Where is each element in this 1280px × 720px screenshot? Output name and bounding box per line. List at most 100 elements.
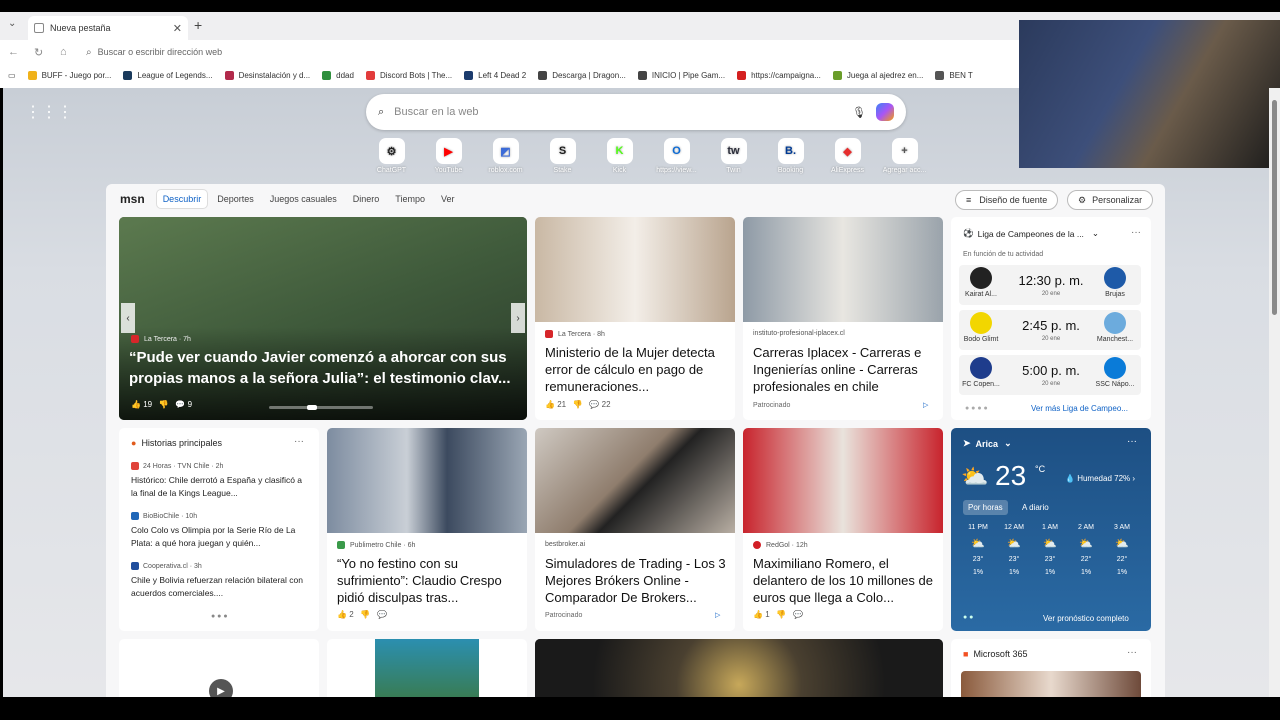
ad-card-iplacex[interactable]: instituto-profesional-iplacex.cl Carrera…: [743, 217, 943, 420]
bookmark-item[interactable]: INICIO | Pipe Gam...: [637, 70, 725, 80]
card2-title[interactable]: Carreras Iplacex - Carreras e Ingeniería…: [753, 344, 933, 395]
msn-nav-item[interactable]: Ver: [435, 190, 461, 208]
play-icon[interactable]: ▶: [209, 679, 233, 697]
more-options-icon[interactable]: ···: [1131, 227, 1141, 238]
home-team[interactable]: FC Copen...: [959, 357, 1003, 388]
msn-nav-item[interactable]: Deportes: [211, 190, 260, 208]
bookmark-item[interactable]: Descarga | Dragon...: [538, 70, 626, 80]
shortcut-item[interactable]: ▶ YouTube: [420, 138, 477, 174]
card5-title[interactable]: Maximiliano Romero, el delantero de los …: [753, 555, 935, 606]
shortcut-item[interactable]: S Stake: [534, 138, 591, 174]
bookmark-item[interactable]: ddad: [322, 70, 354, 80]
like-icon[interactable]: 👍: [753, 610, 763, 619]
like-icon[interactable]: 👍: [545, 400, 555, 409]
new-tab-icon[interactable]: +: [194, 17, 202, 33]
news-card-coast[interactable]: [327, 639, 527, 697]
chevron-down-icon[interactable]: ⌄: [1092, 228, 1099, 239]
away-team[interactable]: Manchest...: [1093, 312, 1137, 343]
like-icon[interactable]: 👍: [337, 610, 347, 619]
comment-icon[interactable]: 💬: [793, 610, 803, 619]
prev-arrow-icon[interactable]: ‹: [121, 303, 135, 333]
bookmark-item[interactable]: Juega al ajedrez en...: [832, 70, 923, 80]
carousel-indicator[interactable]: [269, 405, 373, 410]
shortcut-item[interactable]: + Agregar acc...: [876, 138, 933, 174]
news-card-large[interactable]: [535, 639, 943, 697]
dislike-icon[interactable]: 👎: [776, 610, 786, 619]
chevron-down-icon[interactable]: ⌄: [1004, 438, 1012, 449]
shortcut-item[interactable]: ◆ AliExpress: [819, 138, 876, 174]
shortcut-item[interactable]: ⚙ ChatGPT: [363, 138, 420, 174]
story-item[interactable]: BioBioChile · 10h Colo Colo vs Olimpia po…: [131, 512, 307, 550]
forecast-link[interactable]: Ver pronóstico completo: [1043, 614, 1129, 623]
stories-pager-dots[interactable]: ● ● ●: [211, 613, 228, 620]
bookmark-item[interactable]: League of Legends...: [123, 70, 213, 80]
tab-active[interactable]: Nueva pestaña ✕: [28, 16, 188, 40]
home-team[interactable]: Kairat Al...: [959, 267, 1003, 298]
video-card[interactable]: ▶: [119, 639, 319, 697]
bookmark-folder-icon[interactable]: ▭: [8, 71, 16, 80]
sports-title[interactable]: ⚽ Liga de Campeones de la ... ⌄: [963, 228, 1099, 239]
more-options-icon[interactable]: ···: [294, 436, 304, 447]
bookmark-item[interactable]: https://campaigna...: [737, 70, 821, 80]
msn-nav-item[interactable]: Juegos casuales: [264, 190, 343, 208]
dislike-icon[interactable]: 👎: [360, 610, 370, 619]
news-card-crespo[interactable]: Publimetro Chile · 6h “Yo no festino con…: [327, 428, 527, 631]
sports-pager-dots[interactable]: ● ● ● ●: [965, 405, 988, 412]
dislike-icon[interactable]: 👎: [573, 400, 583, 409]
dislike-icon[interactable]: 👎: [159, 400, 169, 409]
web-search-box[interactable]: ⌕ Buscar en la web 🎙: [366, 94, 906, 130]
font-layout-button[interactable]: ≡ Diseño de fuente: [955, 190, 1059, 210]
away-team[interactable]: SSC Nápo...: [1093, 357, 1137, 388]
match-row[interactable]: Kairat Al... Brujas 12:30 p. m. 20 ene: [959, 265, 1141, 305]
sports-more-link[interactable]: Ver más Liga de Campeo...: [1031, 404, 1128, 413]
hero-title[interactable]: “Pude ver cuando Javier comenzó a ahorca…: [129, 347, 519, 389]
back-icon[interactable]: ←: [8, 46, 26, 58]
hero-card[interactable]: ‹ › La Tercera · 7h “Pude ver cuando Jav…: [119, 217, 527, 420]
story-item[interactable]: Cooperativa.cl · 3h Chile y Bolivia refue…: [131, 562, 307, 600]
tab-hourly[interactable]: Por horas: [963, 500, 1008, 515]
tab-actions-icon[interactable]: ⌄: [8, 18, 16, 29]
next-arrow-icon[interactable]: ›: [511, 303, 525, 333]
tab-close-icon[interactable]: ✕: [173, 22, 182, 35]
shortcut-item[interactable]: tw Twin: [705, 138, 762, 174]
card3-title[interactable]: “Yo no festino con su sufrimiento”: Clau…: [337, 555, 519, 606]
scrollbar-thumb[interactable]: [1272, 100, 1277, 315]
refresh-icon[interactable]: ↻: [34, 46, 52, 59]
card4-title[interactable]: Simuladores de Trading - Los 3 Mejores B…: [545, 555, 727, 606]
home-icon[interactable]: ⌂: [60, 46, 78, 58]
match-row[interactable]: FC Copen... SSC Nápo... 5:00 p. m. 20 ene: [959, 355, 1141, 395]
card1-title[interactable]: Ministerio de la Mujer detecta error de …: [545, 344, 725, 395]
msn-nav-item[interactable]: Tiempo: [389, 190, 431, 208]
match-row[interactable]: Bodo Glimt Manchest... 2:45 p. m. 20 ene: [959, 310, 1141, 350]
news-card-romero[interactable]: RedGol · 12h Maximiliano Romero, el dela…: [743, 428, 943, 631]
away-team[interactable]: Brujas: [1093, 267, 1137, 298]
ad-play-icon[interactable]: ▷: [715, 611, 720, 619]
copilot-icon[interactable]: [876, 103, 894, 121]
comment-icon[interactable]: 💬: [589, 400, 599, 409]
story-item[interactable]: 24 Horas · TVN Chile · 2h Histórico: Chil…: [131, 462, 307, 500]
tab-daily[interactable]: A diario: [1017, 500, 1054, 515]
bookmark-item[interactable]: Discord Bots | The...: [365, 70, 452, 80]
ad-card-trading[interactable]: bestbroker.ai Simuladores de Trading - L…: [535, 428, 735, 631]
bookmark-item[interactable]: Left 4 Dead 2: [464, 70, 526, 80]
bookmark-item[interactable]: BUFF - Juego por...: [27, 70, 111, 80]
weather-pager-dots[interactable]: ● ●: [963, 614, 973, 621]
microphone-icon[interactable]: 🎙: [852, 106, 866, 119]
like-icon[interactable]: 👍: [131, 400, 141, 409]
weather-location[interactable]: ➤ Arica ⌄: [963, 438, 1012, 449]
ad-play-icon[interactable]: ▷: [923, 401, 928, 409]
news-card-ministerio[interactable]: La Tercera · 8h Ministerio de la Mujer d…: [535, 217, 735, 420]
shortcut-item[interactable]: B. Booking: [762, 138, 819, 174]
more-options-icon[interactable]: ···: [1127, 647, 1137, 658]
bookmark-item[interactable]: Desinstalación y d...: [224, 70, 310, 80]
shortcut-item[interactable]: Ohttps://view...: [648, 138, 705, 174]
home-team[interactable]: Bodo Glimt: [959, 312, 1003, 343]
address-input[interactable]: Buscar o escribir dirección web: [98, 47, 223, 57]
comment-icon[interactable]: 💬: [377, 610, 387, 619]
more-options-icon[interactable]: ···: [1127, 436, 1137, 447]
app-launcher-icon[interactable]: ⋮⋮⋮: [25, 102, 73, 122]
comment-icon[interactable]: 💬: [175, 400, 185, 409]
shortcut-item[interactable]: ◩ roblox.com: [477, 138, 534, 174]
msn-logo[interactable]: msn: [120, 192, 145, 206]
shortcut-item[interactable]: K Kick: [591, 138, 648, 174]
